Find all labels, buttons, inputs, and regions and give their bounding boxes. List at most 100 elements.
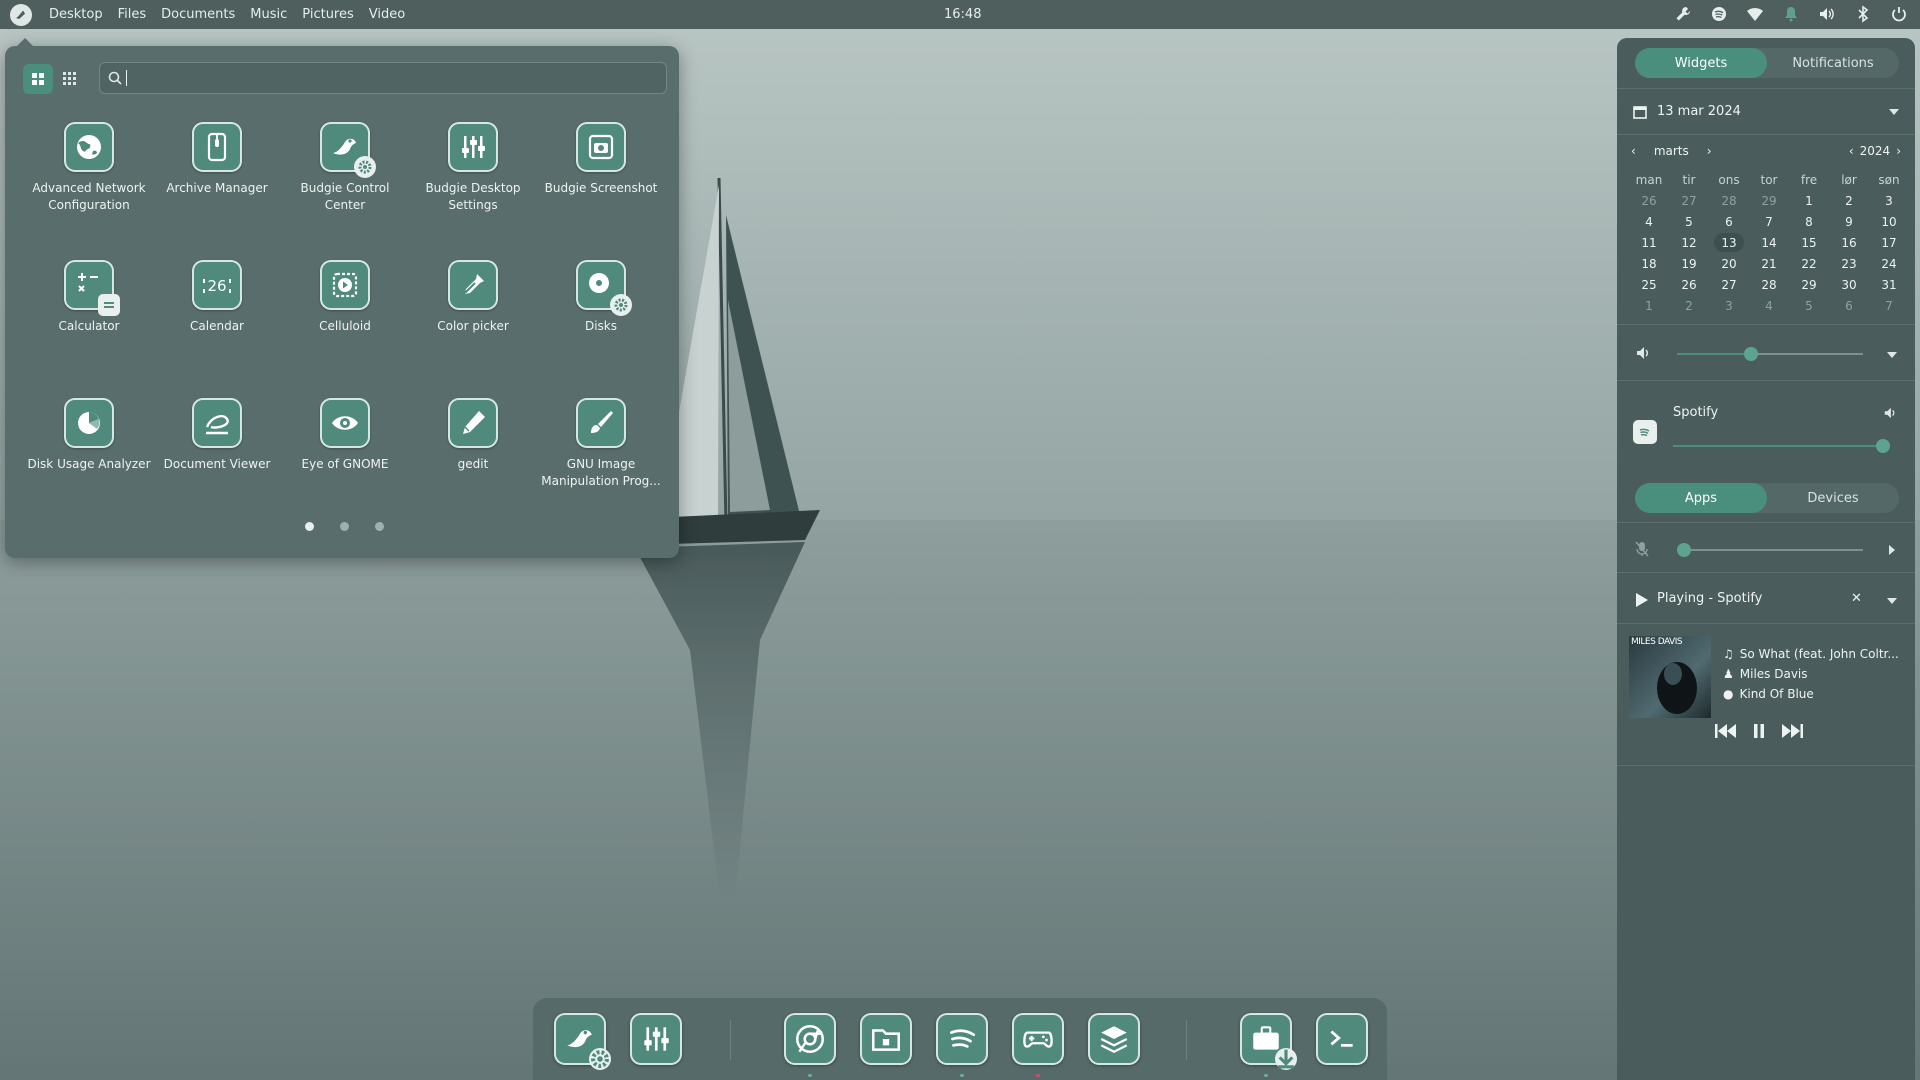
calendar-day[interactable]: 6 [1829, 295, 1869, 316]
wifi-icon[interactable] [1746, 5, 1764, 23]
spotify-volume-slider[interactable] [1673, 439, 1890, 453]
calendar-day[interactable]: 2 [1669, 295, 1709, 316]
app-gedit[interactable]: gedit [409, 398, 537, 514]
app-document-viewer[interactable]: Document Viewer [153, 398, 281, 514]
spotify-tray-icon[interactable] [1710, 5, 1728, 23]
calendar-day[interactable]: 23 [1829, 253, 1869, 274]
volume-icon[interactable] [1818, 5, 1836, 23]
previous-track-icon[interactable] [1715, 724, 1737, 738]
calendar-day[interactable]: 30 [1829, 274, 1869, 295]
app-gimp[interactable]: GNU Image Manipulation Prog... [537, 398, 665, 514]
app-eye-of-gnome[interactable]: Eye of GNOME [281, 398, 409, 514]
bluetooth-icon[interactable] [1854, 5, 1872, 23]
calendar-day[interactable]: 27 [1669, 190, 1709, 211]
calendar-day[interactable]: 18 [1629, 253, 1669, 274]
prev-year-chevron-left-icon[interactable]: ‹ [1849, 144, 1854, 158]
calendar-day[interactable]: 26 [1629, 190, 1669, 211]
calendar-day[interactable]: 1 [1789, 190, 1829, 211]
compact-grid-button[interactable] [55, 64, 85, 94]
chevron-down-icon[interactable] [1889, 108, 1899, 115]
dock-stacks[interactable] [1088, 1013, 1140, 1065]
power-icon[interactable] [1890, 5, 1908, 23]
calendar-day[interactable]: 28 [1749, 274, 1789, 295]
next-track-icon[interactable] [1781, 724, 1803, 738]
calendar-day[interactable]: 17 [1869, 232, 1909, 253]
calendar-day[interactable]: 6 [1709, 211, 1749, 232]
calendar-day[interactable]: 25 [1629, 274, 1669, 295]
calendar-day[interactable]: 21 [1749, 253, 1789, 274]
tab-devices[interactable]: Devices [1767, 483, 1899, 513]
app-disks[interactable]: Disks [537, 260, 665, 376]
dock-software-installer[interactable] [1240, 1013, 1297, 1070]
microphone-knob[interactable] [1677, 543, 1691, 557]
volume-icon[interactable] [1635, 345, 1651, 361]
app-budgie-screenshot[interactable]: Budgie Screenshot [537, 122, 665, 238]
places-video[interactable]: Video [369, 7, 405, 22]
calendar-day[interactable]: 14 [1749, 232, 1789, 253]
calendar-day[interactable]: 31 [1869, 274, 1909, 295]
calendar-day[interactable]: 16 [1829, 232, 1869, 253]
search-field[interactable] [99, 62, 667, 94]
calendar-day[interactable]: 20 [1709, 253, 1749, 274]
tab-widgets[interactable]: Widgets [1635, 48, 1767, 78]
grid-view-button[interactable] [23, 64, 53, 94]
page-dot-3[interactable] [375, 522, 384, 531]
calendar-day[interactable]: 15 [1789, 232, 1829, 253]
calendar-day[interactable]: 7 [1749, 211, 1789, 232]
page-dot-2[interactable] [340, 522, 349, 531]
dock-games[interactable] [1012, 1013, 1064, 1065]
places-files[interactable]: Files [118, 7, 147, 22]
places-documents[interactable]: Documents [161, 7, 235, 22]
calendar-day[interactable]: 3 [1869, 190, 1909, 211]
app-volume-speaker-icon[interactable] [1883, 406, 1897, 420]
search-input[interactable] [133, 70, 653, 86]
places-pictures[interactable]: Pictures [302, 7, 353, 22]
master-volume-slider[interactable] [1677, 347, 1863, 361]
clock[interactable]: 16:48 [944, 7, 981, 22]
app-calendar[interactable]: 26 Calendar [153, 260, 281, 376]
app-disk-usage-analyzer[interactable]: Disk Usage Analyzer [25, 398, 153, 514]
close-icon[interactable]: ✕ [1851, 591, 1862, 606]
calendar-day[interactable]: 1 [1629, 295, 1669, 316]
calendar-day[interactable]: 3 [1709, 295, 1749, 316]
volume-knob[interactable] [1744, 347, 1758, 361]
calendar-day[interactable]: 27 [1709, 274, 1749, 295]
places-music[interactable]: Music [250, 7, 287, 22]
calendar-day[interactable]: 28 [1709, 190, 1749, 211]
prev-month-chevron-left-icon[interactable]: ‹ [1631, 144, 1636, 158]
next-month-chevron-right-icon[interactable]: › [1707, 144, 1712, 158]
settings-wrench-icon[interactable] [1674, 5, 1692, 23]
calendar-day[interactable]: 9 [1829, 211, 1869, 232]
calendar-day[interactable]: 11 [1629, 232, 1669, 253]
calendar-day[interactable]: 2 [1829, 190, 1869, 211]
microphone-muted-icon[interactable] [1635, 541, 1649, 557]
app-archive-manager[interactable]: Archive Manager [153, 122, 281, 238]
app-color-picker[interactable]: Color picker [409, 260, 537, 376]
pause-icon[interactable] [1753, 724, 1765, 738]
tab-notifications[interactable]: Notifications [1767, 48, 1899, 78]
calendar-day[interactable]: 7 [1869, 295, 1909, 316]
next-year-chevron-right-icon[interactable]: › [1896, 144, 1901, 158]
dock-terminal[interactable] [1316, 1013, 1368, 1065]
calendar-day[interactable]: 12 [1669, 232, 1709, 253]
calendar-day[interactable]: 4 [1629, 211, 1669, 232]
chevron-right-icon[interactable] [1889, 545, 1895, 555]
calendar-day[interactable]: 10 [1869, 211, 1909, 232]
calendar-day[interactable]: 29 [1789, 274, 1829, 295]
tab-apps[interactable]: Apps [1635, 483, 1767, 513]
calendar-day[interactable]: 19 [1669, 253, 1709, 274]
dock-spotify[interactable] [936, 1013, 988, 1065]
app-budgie-control-center[interactable]: Budgie Control Center [281, 122, 409, 238]
calendar-header[interactable]: 13 mar 2024 [1633, 104, 1899, 119]
chevron-down-icon[interactable] [1887, 598, 1897, 604]
microphone-slider[interactable] [1677, 543, 1863, 557]
calendar-day[interactable]: 29 [1749, 190, 1789, 211]
dock-files[interactable] [860, 1013, 912, 1065]
places-desktop[interactable]: Desktop [49, 7, 103, 22]
app-celluloid[interactable]: Celluloid [281, 260, 409, 376]
calendar-day[interactable]: 5 [1669, 211, 1709, 232]
budgie-menu-logo-icon[interactable] [10, 3, 32, 26]
dock-budgie-control-center[interactable] [554, 1013, 611, 1070]
spotify-volume-knob[interactable] [1876, 439, 1890, 453]
play-icon[interactable] [1636, 593, 1648, 607]
